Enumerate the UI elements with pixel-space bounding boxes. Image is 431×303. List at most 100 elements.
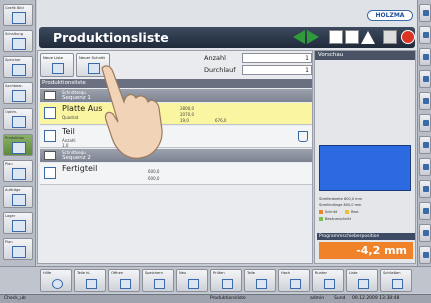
sidebar-item-4[interactable]: Sachbear. — [3, 82, 33, 104]
bottom-toolbar: Hilfe Teile hi. Öffnen Speichern Neu Prü… — [0, 266, 431, 293]
open-button[interactable]: Öffnen — [108, 269, 140, 292]
list-icon[interactable] — [345, 30, 359, 44]
page-title: Produktionsliste — [53, 30, 169, 45]
row-value: 600,0 — [148, 169, 160, 174]
title-bar: Produktionsliste — [39, 27, 415, 48]
tool-icon — [423, 10, 429, 16]
sidebar-item-7[interactable]: Plan — [3, 160, 33, 182]
export-icon[interactable] — [329, 30, 343, 44]
list-icon — [358, 279, 369, 289]
close-button[interactable]: Schließen — [380, 269, 412, 292]
status-datetime: 09.12.2009 13:38:48 — [352, 296, 400, 301]
folder-icon — [120, 279, 131, 289]
brand-logo: HOLZMA — [367, 10, 413, 21]
list-button[interactable]: Liste — [346, 269, 378, 292]
status-account: admin — [310, 296, 325, 301]
right-tool-button[interactable] — [419, 70, 431, 88]
legend-swatch — [319, 210, 323, 214]
preview-panel: Vorschau Streifenbreite 800,0 mm Streife… — [314, 50, 416, 264]
sidebar-item-10[interactable]: Plan — [3, 238, 33, 260]
hand-pointer-icon — [101, 65, 163, 159]
right-tool-button[interactable] — [419, 4, 431, 22]
save-button[interactable]: Speichern — [142, 269, 174, 292]
sidebar-item-5[interactable]: Optim. — [3, 108, 33, 130]
right-tool-button[interactable] — [419, 26, 431, 44]
durchlauf-label: Durchlauf — [204, 66, 236, 74]
trash-icon[interactable] — [298, 131, 308, 142]
sequence-row[interactable]: Schnittsequ. Sequenz 1 — [40, 89, 312, 102]
list-icon — [52, 63, 64, 74]
sidebar-item-label: Grafik Bild — [5, 6, 24, 10]
sidebar-item-3[interactable]: Speicher — [3, 56, 33, 78]
button-label: Teile hi. — [77, 271, 91, 275]
part-icon — [44, 167, 56, 179]
legend-text: Rest — [351, 210, 359, 214]
position-label: Programmschieberposition — [317, 233, 415, 240]
new-button[interactable]: Neu — [176, 269, 208, 292]
sidebar-item-label: Sachbear. — [5, 84, 23, 88]
row-name: Fertigteil — [62, 164, 98, 173]
button-label: Runter — [315, 271, 327, 275]
legend-swatch — [345, 210, 349, 214]
stop-icon[interactable] — [401, 30, 415, 44]
legend-swatch — [319, 217, 323, 221]
button-label: Liste — [349, 271, 358, 275]
right-tool-button[interactable] — [419, 158, 431, 176]
down-button[interactable]: Runter — [312, 269, 344, 292]
parts2-button[interactable]: Teile — [244, 269, 276, 292]
table-row[interactable]: Fertigteil 600,0 600,0 — [40, 163, 312, 185]
button-label: Hoch — [281, 271, 291, 275]
button-label: Prüfen — [213, 271, 225, 275]
left-sidebar: Grafik Bild Schaltung Speicher Sachbear.… — [0, 0, 36, 268]
sidebar-item-9[interactable]: Lager — [3, 212, 33, 234]
sidebar-item-produktion[interactable]: Produktion — [3, 134, 33, 156]
table-row[interactable]: Teil Anzahl 1,0 — [40, 126, 312, 148]
sequence-row[interactable]: Schnittsequ. Sequenz 2 — [40, 149, 312, 162]
row-sub: Quadrat — [62, 115, 79, 120]
up-button[interactable]: Hoch — [278, 269, 310, 292]
durchlauf-field: Durchlauf 1 — [202, 65, 312, 75]
new-list-button[interactable]: Neue Liste — [40, 53, 74, 77]
status-view: Produktionsliste — [210, 296, 246, 301]
right-tool-button[interactable] — [419, 114, 431, 132]
forward-arrow-icon[interactable] — [307, 30, 321, 44]
right-tool-button[interactable] — [419, 136, 431, 154]
help-button[interactable]: Hilfe — [40, 269, 72, 292]
production-list-panel: Neue Liste Neuer Schnitt Anzahl 1 Durchl… — [37, 50, 313, 264]
durchlauf-input[interactable]: 1 — [242, 65, 312, 75]
tool-icon — [423, 98, 429, 104]
preview-title: Vorschau — [315, 51, 415, 60]
preview-board — [319, 145, 411, 191]
row-value: 2800,0 — [180, 106, 194, 111]
sidebar-item-1[interactable]: Grafik Bild — [3, 4, 33, 26]
sidebar-icon — [12, 246, 26, 258]
sidebar-icon — [12, 220, 26, 232]
sidebar-item-label: Produktion — [5, 136, 25, 140]
sidebar-item-label: Lager — [5, 214, 16, 218]
sidebar-item-8[interactable]: Aufträge — [3, 186, 33, 208]
button-label: Schließen — [383, 271, 401, 275]
sequence-name: Sequenz 2 — [62, 155, 91, 161]
check-button[interactable]: Prüfen — [210, 269, 242, 292]
sidebar-item-2[interactable]: Schaltung — [3, 30, 33, 52]
right-tool-button[interactable] — [419, 180, 431, 198]
anzahl-field: Anzahl 1 — [202, 53, 312, 63]
anzahl-input[interactable]: 1 — [242, 53, 312, 63]
users-icon[interactable] — [383, 30, 397, 44]
back-arrow-icon[interactable] — [291, 30, 305, 44]
right-tool-button[interactable] — [419, 92, 431, 110]
right-tool-button[interactable] — [419, 224, 431, 242]
sidebar-item-label: Schaltung — [5, 32, 23, 36]
right-tool-button[interactable] — [419, 202, 431, 220]
legend-text: Streifenbreite 800,0 mm — [319, 197, 362, 201]
board-icon — [44, 107, 56, 119]
tool-icon — [423, 142, 429, 148]
sidebar-icon — [12, 142, 26, 154]
tool-icon — [423, 54, 429, 60]
table-row[interactable]: Platte Aus Quadrat 2800,0 2070,0 19,0 67… — [40, 103, 312, 125]
warning-icon[interactable] — [361, 30, 375, 44]
right-tool-button[interactable] — [419, 246, 431, 264]
right-tool-button[interactable] — [419, 48, 431, 66]
tool-icon — [423, 120, 429, 126]
parts-button[interactable]: Teile hi. — [74, 269, 106, 292]
